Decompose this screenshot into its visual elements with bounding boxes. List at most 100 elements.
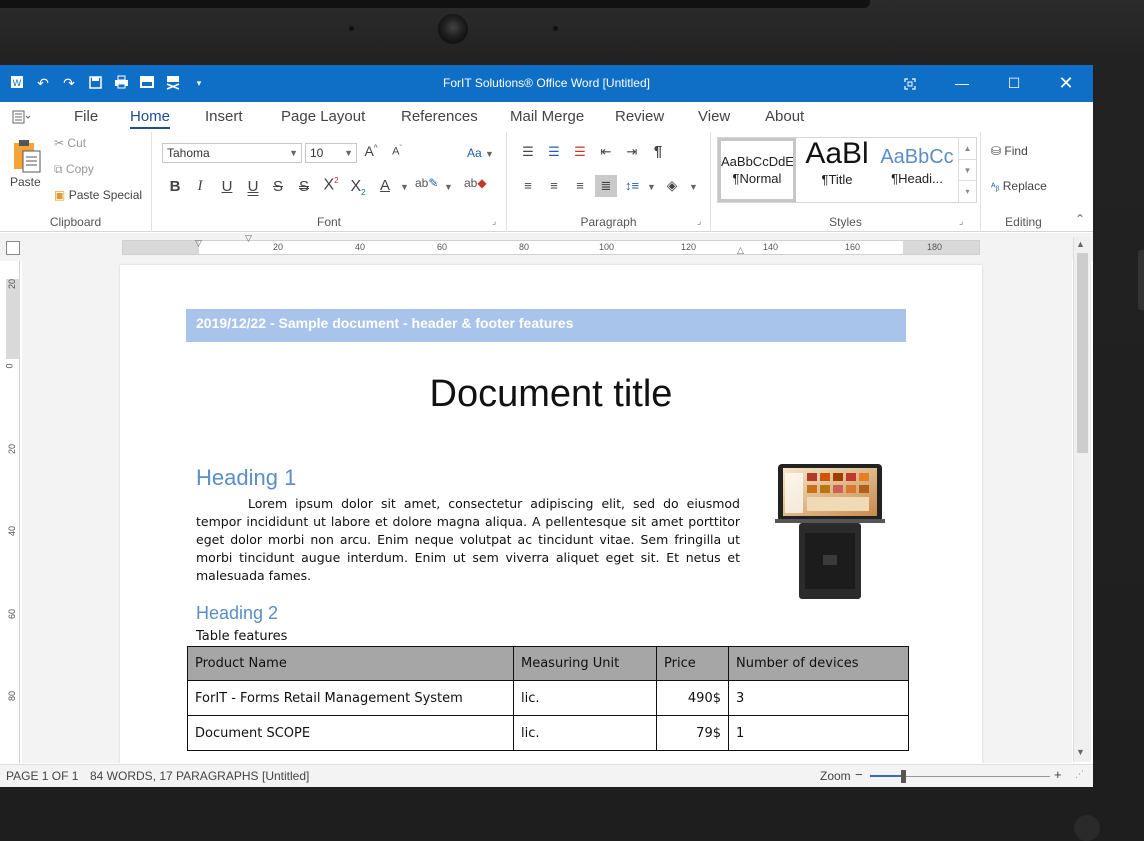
table-header-cell[interactable]: Product Name xyxy=(187,646,514,681)
chevron-down-icon[interactable]: ▼ xyxy=(647,182,656,192)
font-color-icon[interactable]: A xyxy=(374,177,396,194)
table-header-cell[interactable]: Number of devices xyxy=(728,646,909,681)
font-name-combo[interactable]: Tahoma ▼ xyxy=(162,143,302,163)
chevron-down-icon[interactable]: ▼ xyxy=(959,159,976,180)
paste-label[interactable]: Paste xyxy=(10,175,41,189)
tab-view[interactable]: View xyxy=(698,108,730,125)
table-cell[interactable]: ForIT - Forms Retail Management System xyxy=(187,680,514,716)
style-normal[interactable]: AaBbCcDdE ¶Normal xyxy=(718,138,796,202)
italic-icon[interactable]: I xyxy=(189,178,211,195)
document-page[interactable]: 2019/12/22 - Sample document - header & … xyxy=(120,265,982,763)
scroll-down-icon[interactable]: ▼ xyxy=(1076,747,1085,757)
maximize-button[interactable]: ☐ xyxy=(988,65,1040,102)
chevron-down-icon[interactable]: ▼ xyxy=(444,182,453,192)
resize-grip-icon[interactable]: ⋰ xyxy=(1075,769,1084,780)
table-header-cell[interactable]: Measuring Unit xyxy=(513,646,657,681)
decrease-indent-icon[interactable]: ⇤ xyxy=(595,144,617,160)
tab-mail-merge[interactable]: Mail Merge xyxy=(510,108,584,125)
ribbon-menu-icon[interactable] xyxy=(12,110,32,128)
tab-home[interactable]: Home xyxy=(130,108,171,129)
table-cell[interactable]: 1 xyxy=(728,715,909,751)
first-line-indent-marker[interactable]: ▽ xyxy=(195,238,202,249)
font-size-combo[interactable]: 10 ▼ xyxy=(305,143,357,163)
tab-insert[interactable]: Insert xyxy=(205,108,243,125)
line-spacing-icon[interactable]: ↕≡ xyxy=(621,178,643,193)
chevron-down-icon[interactable]: ▼ xyxy=(400,182,409,192)
tab-selector[interactable] xyxy=(6,241,20,255)
highlight-icon[interactable]: ab✎ xyxy=(415,176,438,190)
products-table[interactable]: Product Name Measuring Unit Price Number… xyxy=(187,646,909,751)
fullscreen-button[interactable] xyxy=(884,65,936,102)
grow-font-icon[interactable]: A^ xyxy=(360,143,382,159)
paste-special-button[interactable]: ▣ Paste Special xyxy=(54,188,142,202)
align-right-icon[interactable]: ≡ xyxy=(569,178,591,193)
bullets-icon[interactable]: ☰ xyxy=(517,144,539,160)
vertical-scrollbar[interactable]: ▲ ▼ xyxy=(1073,237,1091,762)
multilevel-list-icon[interactable]: ☰ xyxy=(569,144,591,160)
table-caption[interactable]: Table features xyxy=(196,629,287,644)
heading-2[interactable]: Heading 2 xyxy=(196,603,278,624)
scrollbar-thumb[interactable] xyxy=(1077,253,1088,453)
zoom-slider-thumb[interactable] xyxy=(901,770,906,783)
right-indent-marker[interactable]: △ xyxy=(737,245,744,256)
table-cell[interactable]: 79$ xyxy=(656,715,729,751)
zoom-in-button[interactable]: + xyxy=(1054,767,1062,782)
paste-button[interactable] xyxy=(10,137,44,178)
vertical-ruler[interactable]: 20 0 20 40 60 80 xyxy=(5,261,20,763)
replace-button[interactable]: ᴬᵦ Replace xyxy=(991,179,1047,193)
horizontal-ruler[interactable]: 20 40 60 80 100 120 140 160 180 ▽ ▽ △ xyxy=(122,233,980,256)
tab-page-layout[interactable]: Page Layout xyxy=(281,108,365,125)
clear-formatting-icon[interactable]: ab◆ xyxy=(464,176,487,190)
justify-icon[interactable]: ≣ xyxy=(595,175,617,197)
table-cell[interactable]: lic. xyxy=(513,715,657,751)
zoom-out-button[interactable]: − xyxy=(855,767,863,782)
numbering-icon[interactable]: ☰ xyxy=(543,144,565,160)
chevron-up-icon[interactable]: ▲ xyxy=(959,138,976,159)
scroll-up-icon[interactable]: ▲ xyxy=(1076,239,1085,249)
table-cell[interactable]: Document SCOPE xyxy=(187,715,514,751)
align-left-icon[interactable]: ≡ xyxy=(517,178,539,193)
table-cell[interactable]: lic. xyxy=(513,680,657,716)
app-window: W ↶ ↷ ▾ ForIT Solutions® Office Word [Un… xyxy=(0,65,1093,787)
table-cell[interactable]: 3 xyxy=(728,680,909,716)
shrink-font-icon[interactable]: Aˇ xyxy=(386,145,408,158)
pos-terminal-image[interactable] xyxy=(775,461,885,601)
style-heading[interactable]: AaBbCc ¶Headi... xyxy=(878,138,956,202)
tab-references[interactable]: References xyxy=(401,108,478,125)
change-case-button[interactable]: Aa ▼ xyxy=(467,146,494,160)
superscript-icon[interactable]: X2 xyxy=(320,176,342,194)
increase-indent-icon[interactable]: ⇥ xyxy=(621,144,643,160)
heading-1[interactable]: Heading 1 xyxy=(196,465,296,491)
collapse-ribbon-icon[interactable]: ⌃ xyxy=(1075,212,1085,226)
double-underline-icon[interactable]: U xyxy=(242,178,264,195)
document-canvas[interactable]: 2019/12/22 - Sample document - header & … xyxy=(22,261,1072,763)
page-header[interactable]: 2019/12/22 - Sample document - header & … xyxy=(186,309,906,342)
shading-icon[interactable]: ◈ xyxy=(661,177,683,194)
tab-review[interactable]: Review xyxy=(615,108,664,125)
body-paragraph[interactable]: Lorem ipsum dolor sit amet, consectetur … xyxy=(196,495,740,585)
copy-button[interactable]: ⧉ Copy xyxy=(54,162,94,177)
document-title[interactable]: Document title xyxy=(120,373,982,416)
horizontal-ruler-row: 20 40 60 80 100 120 140 160 180 ▽ ▽ △ xyxy=(0,233,1093,261)
subscript-icon[interactable]: X2 xyxy=(347,178,369,197)
table-header-cell[interactable]: Price xyxy=(656,646,729,681)
close-button[interactable]: ✕ xyxy=(1040,65,1092,102)
align-center-icon[interactable]: ≡ xyxy=(543,178,565,193)
scissors-icon: ✂ xyxy=(54,136,65,150)
chevron-down-icon[interactable]: ▼ xyxy=(689,182,698,192)
strikethrough-icon[interactable]: S xyxy=(267,178,289,195)
cut-button[interactable]: ✂ Cut xyxy=(54,136,86,150)
show-formatting-marks-icon[interactable]: ¶ xyxy=(647,143,669,160)
table-cell[interactable]: 490$ xyxy=(656,680,729,716)
ruler-tick: 40 xyxy=(355,242,366,252)
tab-about[interactable]: About xyxy=(765,108,804,125)
find-button[interactable]: ⛁ Find xyxy=(991,144,1028,158)
hanging-indent-marker[interactable]: ▽ xyxy=(245,233,252,244)
tab-file[interactable]: File xyxy=(74,108,98,125)
style-title[interactable]: AaBl ¶Title xyxy=(798,138,876,202)
bold-icon[interactable]: B xyxy=(164,178,186,195)
minimize-button[interactable]: — xyxy=(936,65,988,102)
underline-icon[interactable]: U xyxy=(216,178,238,195)
more-styles-icon[interactable]: ▾ xyxy=(959,180,976,201)
double-strikethrough-icon[interactable]: S xyxy=(293,178,315,195)
